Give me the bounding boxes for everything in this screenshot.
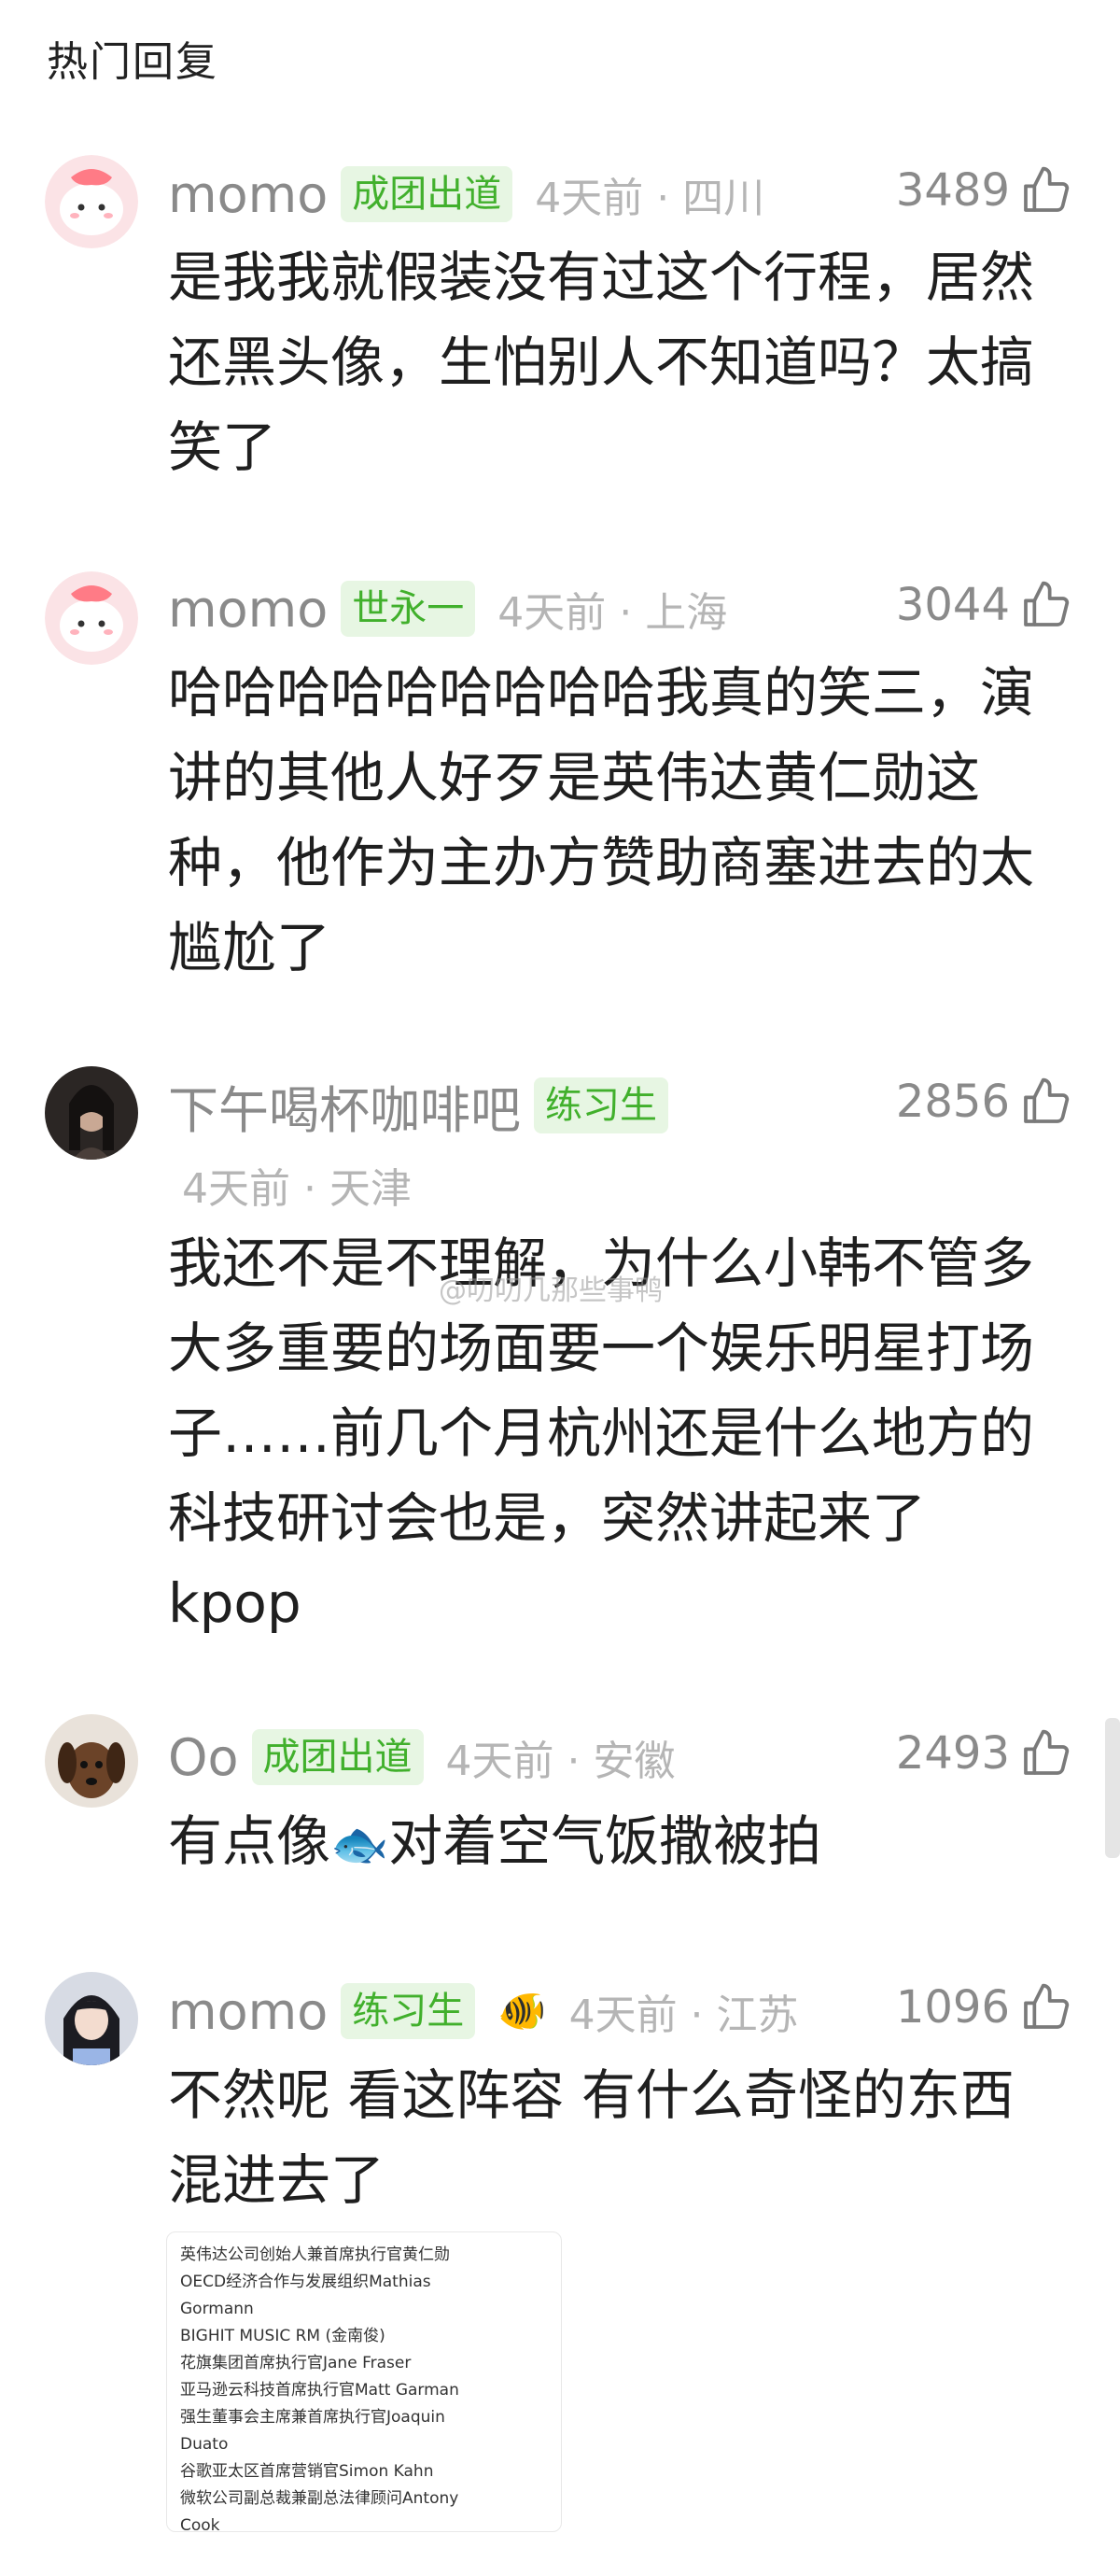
like-button[interactable]: 3489 bbox=[896, 153, 1071, 228]
like-button[interactable]: 2856 bbox=[896, 1064, 1071, 1139]
comment-meta: momo 成团出道 4天前 · 四川 bbox=[168, 157, 764, 232]
like-count: 2856 bbox=[895, 1076, 1010, 1128]
page-title: 热门回复 bbox=[47, 38, 218, 86]
image-text-line: 谷歌亚太区首席营销官Simon Kahn bbox=[180, 2462, 434, 2481]
avatar[interactable] bbox=[45, 155, 138, 248]
thumbs-up-icon bbox=[1024, 1983, 1070, 2029]
scrollbar[interactable] bbox=[1105, 1718, 1120, 1858]
username[interactable]: momo bbox=[168, 1982, 328, 2041]
time-location: 4天前 · 安徽 bbox=[445, 1738, 676, 1785]
thumbs-up-icon bbox=[1024, 166, 1070, 212]
like-count: 2493 bbox=[895, 1727, 1010, 1780]
like-button[interactable]: 2493 bbox=[896, 1716, 1071, 1791]
comment-text-part: 有点像 bbox=[168, 1809, 331, 1873]
username[interactable]: Oo bbox=[168, 1728, 239, 1787]
username[interactable]: 下午喝杯咖啡吧 bbox=[168, 1069, 521, 1143]
image-text-line: Cook bbox=[180, 2516, 220, 2535]
comment-text: 哈哈哈哈哈哈哈哈哈我真的笑三，演讲的其他人好歹是英伟达黄仁勋这种，他作为主办方赞… bbox=[168, 661, 1035, 979]
username[interactable]: momo bbox=[168, 165, 328, 224]
level-badge: 世永一 bbox=[341, 581, 476, 637]
thumbs-up-icon bbox=[1024, 1729, 1070, 1775]
username[interactable]: momo bbox=[168, 580, 328, 639]
comment-image[interactable]: 英伟达公司创始人兼首席执行官黄仁勋 OECD经济合作与发展组织Mathias G… bbox=[166, 2231, 562, 2535]
like-button[interactable]: 1096 bbox=[896, 1970, 1071, 2045]
level-badge: 成团出道 bbox=[251, 1729, 424, 1785]
time-location: 4天前 · 四川 bbox=[535, 175, 765, 222]
level-badge: 练习生 bbox=[534, 1077, 668, 1133]
image-text-line: Duato bbox=[180, 2435, 229, 2454]
image-text-line: BIGHIT MUSIC RM (金南俊) bbox=[180, 2327, 385, 2345]
like-button[interactable]: 3044 bbox=[896, 568, 1071, 642]
comment-meta: 下午喝杯咖啡吧 练习生 bbox=[168, 1068, 691, 1143]
image-text-line: 微软公司副总裁兼副总法律顾问Antony bbox=[180, 2489, 459, 2508]
goldfish-icon: 🐠 bbox=[497, 1988, 547, 2034]
like-count: 3044 bbox=[895, 579, 1010, 631]
avatar[interactable] bbox=[45, 1714, 138, 1808]
comment-meta: Oo 成团出道 4天前 · 安徽 bbox=[168, 1720, 676, 1795]
image-text-line: 亚马逊云科技首席执行官Matt Garman bbox=[180, 2381, 459, 2400]
time-location: 4天前 · 江苏 bbox=[568, 1992, 799, 2039]
image-text-line: 强生董事会主席兼首席执行官Joaquin bbox=[180, 2408, 445, 2427]
avatar[interactable] bbox=[45, 1972, 138, 2065]
thumbs-up-icon bbox=[1024, 581, 1070, 626]
comment-meta: momo 练习生 🐠 4天前 · 江苏 bbox=[168, 1974, 799, 2048]
watermark: @叨叨几那些事鸭 bbox=[439, 1274, 663, 1307]
like-count: 3489 bbox=[895, 164, 1010, 217]
image-text-line: 英伟达公司创始人兼首席执行官黄仁勋 bbox=[180, 2245, 450, 2264]
comment-text: 有点像🐟对着空气饭撒被拍 bbox=[168, 1799, 1036, 1887]
fish-emoji-icon: 🐟 bbox=[330, 1817, 389, 1872]
comment-text: 是我我就假装没有过这个行程，居然还黑头像，生怕别人不知道吗？太搞笑了 bbox=[168, 246, 1035, 479]
comment-meta: momo 世永一 4天前 · 上海 bbox=[168, 571, 727, 646]
time-location: 4天前 · 天津 bbox=[182, 1165, 412, 1213]
level-badge: 成团出道 bbox=[341, 166, 513, 222]
time-location: 4天前 · 上海 bbox=[497, 589, 728, 637]
avatar[interactable] bbox=[45, 1066, 138, 1160]
image-text-line: 花旗集团首席执行官Jane Fraser bbox=[180, 2354, 412, 2372]
level-badge: 练习生 bbox=[341, 1983, 476, 2039]
image-text-line: OECD经济合作与发展组织Mathias bbox=[180, 2273, 431, 2291]
comment-text: 不然呢 看这阵容 有什么奇怪的东西混进去了 bbox=[168, 2063, 1015, 2212]
comment-text-part: 对着空气饭撒被拍 bbox=[388, 1809, 822, 1873]
avatar[interactable] bbox=[45, 571, 138, 665]
thumbs-up-icon bbox=[1024, 1077, 1070, 1123]
like-count: 1096 bbox=[895, 1981, 1010, 2034]
image-text-line: Gormann bbox=[180, 2300, 254, 2318]
